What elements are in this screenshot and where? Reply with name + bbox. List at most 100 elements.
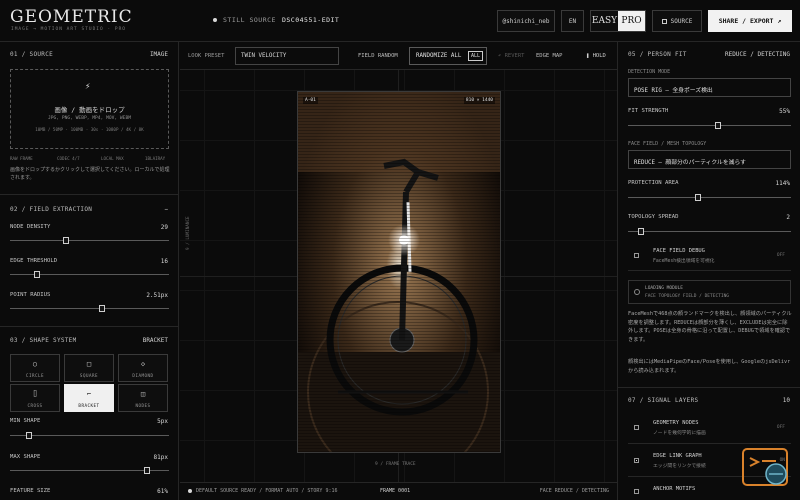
square-icon: □ — [86, 360, 92, 368]
slider-handle[interactable] — [638, 228, 645, 235]
person-fit-note: 顔検出にはMediaPipeのFace/Poseを使用し、GoogleのjsDe… — [628, 359, 791, 374]
status-bar: DEFAULT SOURCE READY / FORMAT AUTO / STO… — [180, 482, 617, 500]
loading-sub: FACE TOPOLOGY FIELD / DETECTING — [645, 294, 729, 299]
canvas-toolbar: LOOK PRESET TWIN VELOCITY FIELD RANDOM R… — [180, 42, 617, 70]
slider-handle[interactable] — [714, 122, 721, 129]
person-fit-section: 05 / PERSON FIT REDUCE / DETECTING DETEC… — [618, 42, 800, 388]
person-status: REDUCE / DETECTING — [724, 51, 790, 58]
look-preset-input[interactable]: TWIN VELOCITY — [235, 47, 339, 65]
detection-mode-label: DETECTION MODE — [628, 69, 671, 75]
person-fit-description: FaceMeshで468点の顔ランドマークを検出し、顔領域のパーティクル密度を調… — [628, 311, 792, 343]
loading-module-box: LOADING MODULE FACE TOPOLOGY FIELD / DET… — [628, 280, 791, 304]
slider-handle[interactable] — [695, 194, 702, 201]
section-title: 03 / SHAPE SYSTEM — [10, 337, 77, 344]
slider-handle[interactable] — [143, 467, 150, 474]
mode-easy-button[interactable]: EASY — [591, 11, 618, 31]
slider-handle[interactable] — [26, 432, 33, 439]
signal-row-geometry[interactable]: GEOMETRY NODES ノードを幾何学的に描画 OFF — [628, 411, 791, 444]
fit-strength-value: 55% — [779, 108, 790, 115]
status-left: DEFAULT SOURCE READY / FORMAT AUTO / STO… — [188, 488, 337, 494]
frame-trace-label: 9 / FRAME TRACE — [375, 462, 416, 467]
diamond-icon: ◇ — [140, 360, 146, 368]
shape-diamond-button[interactable]: ◇ DIAMOND — [118, 354, 168, 382]
source-meta: RAW FRAME — [10, 156, 33, 161]
node-density-label: NODE DENSITY — [10, 224, 51, 230]
frame-counter: FRAME 0001 — [380, 488, 411, 494]
drop-zone[interactable]: ⚡ 画像 / 動画をドロップ JPG, PNG, WEBP, MP4, MOV,… — [10, 69, 169, 149]
feature-size-label: FEATURE SIZE — [10, 488, 51, 494]
cross-icon: ⌷ — [32, 390, 38, 398]
edge-map-button[interactable]: EDGE MAP — [536, 53, 563, 59]
nodes-icon: ◫ — [140, 390, 146, 398]
max-shape-slider[interactable] — [10, 467, 169, 474]
language-button[interactable]: EN — [561, 10, 584, 32]
mode-pro-button[interactable]: PRO — [618, 11, 645, 31]
node-density-slider[interactable] — [10, 237, 169, 244]
square-icon — [661, 18, 667, 24]
node-density-value: 29 — [160, 224, 168, 231]
feature-size-value: 61% — [157, 488, 168, 495]
protection-area-slider[interactable] — [628, 194, 791, 201]
geometry-checkbox[interactable] — [634, 425, 639, 430]
drop-formats: JPG, PNG, WEBP, MP4, MOV, WEBM — [48, 116, 131, 121]
topology-spread-label: TOPOLOGY SPREAD — [628, 214, 679, 220]
field-random-button[interactable]: FIELD RANDOM — [358, 53, 398, 59]
ready-dot-icon — [188, 488, 192, 493]
source-type: IMAGE — [149, 51, 168, 58]
signal-count: 10 — [782, 397, 790, 404]
randomize-key: ALL — [467, 51, 483, 61]
hold-button[interactable]: ❚ HOLD — [586, 53, 606, 59]
edge-threshold-slider[interactable] — [10, 271, 169, 278]
fit-strength-slider[interactable] — [628, 122, 791, 129]
slider-handle[interactable] — [34, 271, 41, 278]
assistant-icon[interactable] — [742, 448, 790, 488]
max-shape-value: 81px — [153, 454, 168, 461]
slider-handle[interactable] — [99, 305, 106, 312]
loading-title: LOADING MODULE — [645, 286, 683, 291]
detection-mode-select[interactable]: POSE RIG — 全身ポーズ検出 — [628, 78, 791, 97]
revert-button[interactable]: ↶ REVERT — [498, 53, 525, 59]
shape-nodes-button[interactable]: ◫ NODES — [118, 384, 168, 412]
section-title: 07 / SIGNAL LAYERS — [628, 397, 699, 404]
slider-handle[interactable] — [62, 237, 69, 244]
app-tagline: IMAGE → MOTION ART STUDIO · PRO — [11, 27, 126, 32]
shape-circle-button[interactable]: ○ CIRCLE — [10, 354, 60, 382]
user-account-button[interactable]: @shinichi_neb — [497, 10, 555, 32]
share-export-button[interactable]: SHARE / EXPORT ↗ — [708, 10, 792, 32]
scanline-overlay — [298, 92, 500, 452]
left-panel: 01 / SOURCE IMAGE ⚡ 画像 / 動画をドロップ JPG, PN… — [0, 42, 179, 500]
source-meta: CODEC 4/7 — [57, 156, 80, 161]
face-debug-checkbox[interactable] — [634, 253, 639, 258]
source-meta: 1BLAIRAY — [145, 156, 166, 161]
topology-select[interactable]: REDUCE — 顔部分のパーティクルを減らす — [628, 150, 791, 169]
shape-cross-button[interactable]: ⌷ CROSS — [10, 384, 60, 412]
section-title: 05 / PERSON FIT — [628, 51, 687, 58]
edge-link-checkbox[interactable] — [634, 458, 639, 463]
section-title: 01 / SOURCE — [10, 51, 54, 58]
source-meta: LOCAL MAX — [101, 156, 124, 161]
protection-area-value: 114% — [775, 180, 790, 187]
shape-square-button[interactable]: □ SQUARE — [64, 354, 114, 382]
face-debug-sub: FaceMesh検出領域を可視化 — [653, 259, 715, 264]
face-debug-row[interactable]: FACE FIELD DEBUG FaceMesh検出領域を可視化 OFF — [628, 241, 791, 271]
top-header: GEOMETRIC IMAGE → MOTION ART STUDIO · PR… — [0, 0, 800, 42]
look-preset-label: LOOK PRESET — [188, 53, 225, 59]
shape-bracket-button[interactable]: ⌐ BRACKET — [64, 384, 114, 412]
source-button[interactable]: SOURCE — [652, 10, 702, 32]
point-radius-slider[interactable] — [10, 305, 169, 312]
min-shape-slider[interactable] — [10, 432, 169, 439]
bracket-icon: ⌐ — [86, 390, 92, 398]
randomize-all-button[interactable]: RANDOMIZE ALL ALL — [409, 47, 487, 65]
face-debug-state: OFF — [776, 253, 785, 258]
topology-spread-slider[interactable] — [628, 228, 791, 235]
collapse-icon[interactable]: − — [164, 206, 168, 213]
resolution-tag: 810 × 1440 — [463, 97, 495, 104]
preview-canvas[interactable]: 9 / LUMINANCE A-01 810 × 1440 9 / FRAME … — [180, 70, 617, 482]
shape-section: 03 / SHAPE SYSTEM BRACKET ○ CIRCLE □ SQUAR… — [0, 327, 178, 500]
mode-toggle[interactable]: EASY PRO — [590, 10, 646, 32]
edge-threshold-label: EDGE THRESHOLD — [10, 258, 58, 264]
frame-tag: A-01 — [303, 97, 318, 104]
anchor-checkbox[interactable] — [634, 489, 639, 494]
topology-spread-value: 2 — [786, 214, 790, 221]
point-radius-value: 2.51px — [146, 292, 168, 299]
